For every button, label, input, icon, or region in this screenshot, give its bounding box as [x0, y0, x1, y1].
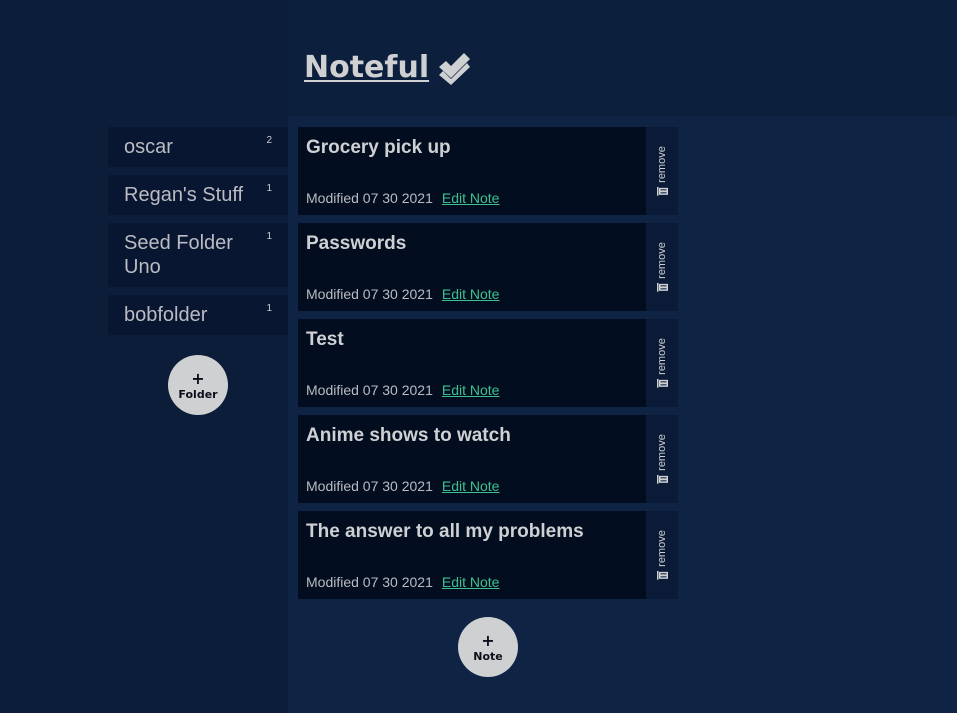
edit-note-link[interactable]: Edit Note: [442, 574, 500, 590]
remove-note-button[interactable]: remove: [646, 415, 678, 503]
note-modified-date: Modified 07 30 2021: [306, 286, 433, 302]
note-card: Test Modified 07 30 2021 Edit Note remove: [298, 319, 678, 407]
note-meta: Modified 07 30 2021 Edit Note: [306, 190, 499, 206]
folder-note-count: 1: [266, 231, 272, 242]
sidebar: [0, 0, 288, 713]
note-modified-date: Modified 07 30 2021: [306, 478, 433, 494]
remove-note-button[interactable]: remove: [646, 511, 678, 599]
note-body: Anime shows to watch Modified 07 30 2021…: [298, 415, 646, 503]
remove-note-button[interactable]: remove: [646, 127, 678, 215]
remove-label: remove: [656, 530, 668, 567]
remove-label: remove: [656, 338, 668, 375]
note-title[interactable]: Grocery pick up: [306, 137, 451, 159]
add-note-button[interactable]: + Note: [458, 617, 518, 677]
note-modified-date: Modified 07 30 2021: [306, 574, 433, 590]
trash-icon: [656, 378, 668, 388]
edit-note-link[interactable]: Edit Note: [442, 478, 500, 494]
app-title: Noteful: [304, 50, 471, 85]
folder-name: Regan's Stuff: [124, 184, 244, 206]
folder-name: bobfolder: [124, 304, 208, 326]
remove-note-button[interactable]: remove: [646, 223, 678, 311]
folder-name: Seed Folder Uno: [124, 232, 233, 278]
remove-label: remove: [656, 146, 668, 183]
folder-note-count: 1: [266, 183, 272, 194]
plus-icon: +: [481, 630, 495, 650]
remove-label: remove: [656, 434, 668, 471]
note-card: Passwords Modified 07 30 2021 Edit Note r…: [298, 223, 678, 311]
remove-button-content: remove: [656, 146, 668, 196]
folder-item-oscar[interactable]: oscar 2: [108, 127, 288, 167]
note-body: Grocery pick up Modified 07 30 2021 Edit …: [298, 127, 646, 215]
folder-item-regans-stuff[interactable]: Regan's Stuff 1: [108, 175, 288, 215]
note-body: Passwords Modified 07 30 2021 Edit Note: [298, 223, 646, 311]
note-body: Test Modified 07 30 2021 Edit Note: [298, 319, 646, 407]
note-body: The answer to all my problems Modified 0…: [298, 511, 646, 599]
note-meta: Modified 07 30 2021 Edit Note: [306, 478, 499, 494]
trash-icon: [656, 570, 668, 580]
add-folder-label: Folder: [178, 387, 218, 401]
double-check-icon: [439, 52, 471, 85]
note-title[interactable]: The answer to all my problems: [306, 521, 584, 543]
folder-list: oscar 2 Regan's Stuff 1 Seed Folder Uno …: [108, 127, 288, 343]
folder-note-count: 1: [266, 303, 272, 314]
note-title[interactable]: Passwords: [306, 233, 406, 255]
note-modified-date: Modified 07 30 2021: [306, 382, 433, 398]
trash-icon: [656, 186, 668, 196]
remove-note-button[interactable]: remove: [646, 319, 678, 407]
add-note-label: Note: [473, 649, 503, 663]
note-card: Anime shows to watch Modified 07 30 2021…: [298, 415, 678, 503]
remove-button-content: remove: [656, 530, 668, 580]
remove-button-content: remove: [656, 338, 668, 388]
remove-button-content: remove: [656, 434, 668, 484]
remove-label: remove: [656, 242, 668, 279]
add-folder-button[interactable]: + Folder: [168, 355, 228, 415]
note-modified-date: Modified 07 30 2021: [306, 190, 433, 206]
edit-note-link[interactable]: Edit Note: [442, 382, 500, 398]
folder-item-seed-folder-uno[interactable]: Seed Folder Uno 1: [108, 223, 288, 287]
note-title[interactable]: Test: [306, 329, 344, 351]
note-meta: Modified 07 30 2021 Edit Note: [306, 286, 499, 302]
note-meta: Modified 07 30 2021 Edit Note: [306, 382, 499, 398]
folder-name: oscar: [124, 136, 173, 158]
note-meta: Modified 07 30 2021 Edit Note: [306, 574, 499, 590]
folder-note-count: 2: [266, 135, 272, 146]
app-title-link[interactable]: Noteful: [304, 50, 429, 85]
remove-button-content: remove: [656, 242, 668, 292]
edit-note-link[interactable]: Edit Note: [442, 190, 500, 206]
edit-note-link[interactable]: Edit Note: [442, 286, 500, 302]
note-card: The answer to all my problems Modified 0…: [298, 511, 678, 599]
trash-icon: [656, 474, 668, 484]
note-title[interactable]: Anime shows to watch: [306, 425, 511, 447]
plus-icon: +: [191, 368, 205, 388]
folder-item-bobfolder[interactable]: bobfolder 1: [108, 295, 288, 335]
trash-icon: [656, 282, 668, 292]
note-list: Grocery pick up Modified 07 30 2021 Edit …: [298, 127, 678, 607]
note-card: Grocery pick up Modified 07 30 2021 Edit …: [298, 127, 678, 215]
